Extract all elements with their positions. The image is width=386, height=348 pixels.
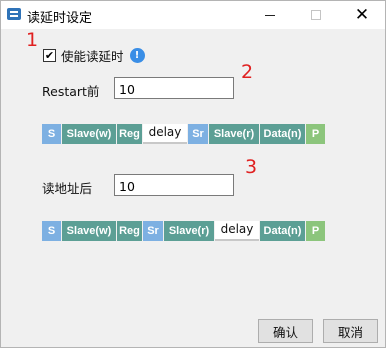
app-icon — [7, 8, 21, 20]
restart-before-label: Restart前 — [42, 84, 100, 99]
enable-delay-checkbox[interactable]: ✔ — [43, 49, 56, 62]
seq1-repeated-start: Sr — [188, 124, 208, 144]
after-address-input[interactable] — [114, 174, 234, 196]
maximize-icon — [311, 10, 321, 20]
seq1-delay: delay — [143, 124, 187, 144]
confirm-button[interactable]: 确认 — [258, 319, 313, 343]
seq1-data: Data(n) — [260, 124, 305, 144]
seq2-reg: Reg — [117, 221, 142, 241]
marker-1: 1 — [26, 29, 39, 51]
marker-3: 3 — [245, 156, 258, 178]
cancel-button[interactable]: 取消 — [323, 319, 378, 343]
seq1-reg: Reg — [117, 124, 142, 144]
sequence-strip-2: S Slave(w) Reg Sr Slave(r) delay Data(n)… — [42, 221, 326, 241]
seq1-slave-write: Slave(w) — [62, 124, 116, 144]
enable-delay-row: ✔ 使能读延时 ! — [43, 46, 145, 65]
seq1-stop: P — [306, 124, 325, 144]
seq1-start: S — [42, 124, 61, 144]
minimize-icon — [265, 14, 275, 16]
seq2-slave-read: Slave(r) — [164, 221, 214, 241]
seq2-slave-write: Slave(w) — [62, 221, 116, 241]
info-icon[interactable]: ! — [129, 48, 145, 63]
marker-2: 2 — [241, 61, 254, 83]
title-bar: 读延时设定 ✕ — [1, 1, 385, 29]
seq2-delay: delay — [215, 221, 259, 241]
after-address-label: 读地址后 — [42, 181, 93, 196]
restart-before-input[interactable] — [114, 77, 234, 99]
enable-delay-label[interactable]: 使能读延时 — [61, 46, 124, 65]
close-icon: ✕ — [354, 5, 370, 25]
checkmark-icon: ✔ — [44, 49, 55, 62]
close-button[interactable]: ✕ — [339, 1, 385, 29]
maximize-button[interactable] — [293, 1, 339, 29]
window-title: 读延时设定 — [27, 11, 93, 26]
seq2-repeated-start: Sr — [143, 221, 163, 241]
minimize-button[interactable] — [247, 1, 293, 29]
seq2-stop: P — [306, 221, 325, 241]
seq2-data: Data(n) — [260, 221, 305, 241]
seq1-slave-read: Slave(r) — [209, 124, 259, 144]
seq2-start: S — [42, 221, 61, 241]
info-glyph: ! — [134, 50, 140, 61]
sequence-strip-1: S Slave(w) Reg delay Sr Slave(r) Data(n)… — [42, 124, 326, 144]
